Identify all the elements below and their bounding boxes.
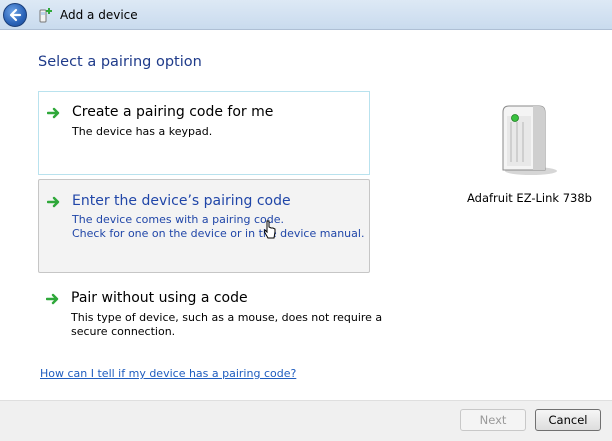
next-button[interactable]: Next [460, 409, 526, 431]
option-title: Create a pairing code for me [72, 104, 274, 120]
option-enter-device-code[interactable]: Enter the device’s pairing code The devi… [38, 179, 370, 273]
bluetooth-device-icon [502, 105, 557, 175]
page-heading: Select a pairing option [38, 54, 202, 70]
option-pair-without-code[interactable]: Pair without using a code This type of d… [38, 280, 382, 360]
green-arrow-icon [47, 196, 60, 208]
add-device-icon [39, 8, 52, 23]
device-name: Adafruit EZ-Link 738b [467, 191, 592, 205]
option-description-line-2: Check for one on the device or in the de… [72, 227, 365, 240]
option-create-pairing-code[interactable]: Create a pairing code for me The device … [38, 91, 370, 175]
green-arrow-icon [47, 107, 60, 119]
green-arrow-icon [46, 293, 59, 305]
option-description: The device has a keypad. [72, 125, 213, 138]
window-title: Add a device [60, 8, 138, 22]
option-description-line-1: The device comes with a pairing code. [72, 213, 284, 226]
pairing-code-help-link[interactable]: How can I tell if my device has a pairin… [40, 367, 296, 380]
back-button[interactable] [3, 3, 27, 27]
option-description: This type of device, such as a mouse, do… [71, 311, 383, 338]
option-title: Enter the device’s pairing code [72, 193, 291, 209]
option-title: Pair without using a code [71, 290, 248, 306]
cancel-button[interactable]: Cancel [535, 409, 601, 431]
title-bar: Add a device [0, 0, 612, 30]
hand-cursor-icon [264, 220, 276, 239]
back-arrow-icon [9, 8, 22, 22]
